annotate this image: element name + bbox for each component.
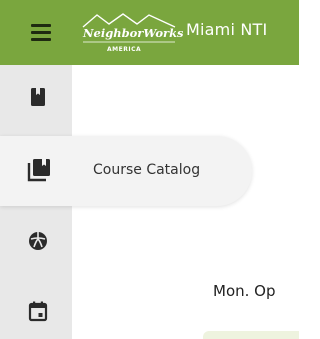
top-app-bar: NeighborWorks AMERICA Miami NTI bbox=[0, 0, 299, 65]
event-card[interactable] bbox=[203, 331, 299, 339]
calendar-icon[interactable] bbox=[26, 299, 50, 323]
neighborworks-logo[interactable]: NeighborWorks AMERICA bbox=[79, 12, 183, 56]
logo-wordmark: NeighborWorks bbox=[82, 26, 183, 40]
sidebar-item-course-catalog[interactable]: Course Catalog bbox=[0, 136, 252, 206]
hamburger-menu-icon[interactable] bbox=[31, 22, 53, 42]
logo-subtitle: AMERICA bbox=[107, 46, 141, 53]
event-title: Mon. Op bbox=[213, 282, 276, 300]
sidebar-item-label: Course Catalog bbox=[93, 162, 201, 178]
sports-ball-icon[interactable] bbox=[26, 229, 50, 253]
book-icon[interactable] bbox=[26, 85, 50, 109]
site-name[interactable]: Miami NTI bbox=[186, 20, 267, 39]
course-catalog-icon bbox=[27, 159, 50, 182]
